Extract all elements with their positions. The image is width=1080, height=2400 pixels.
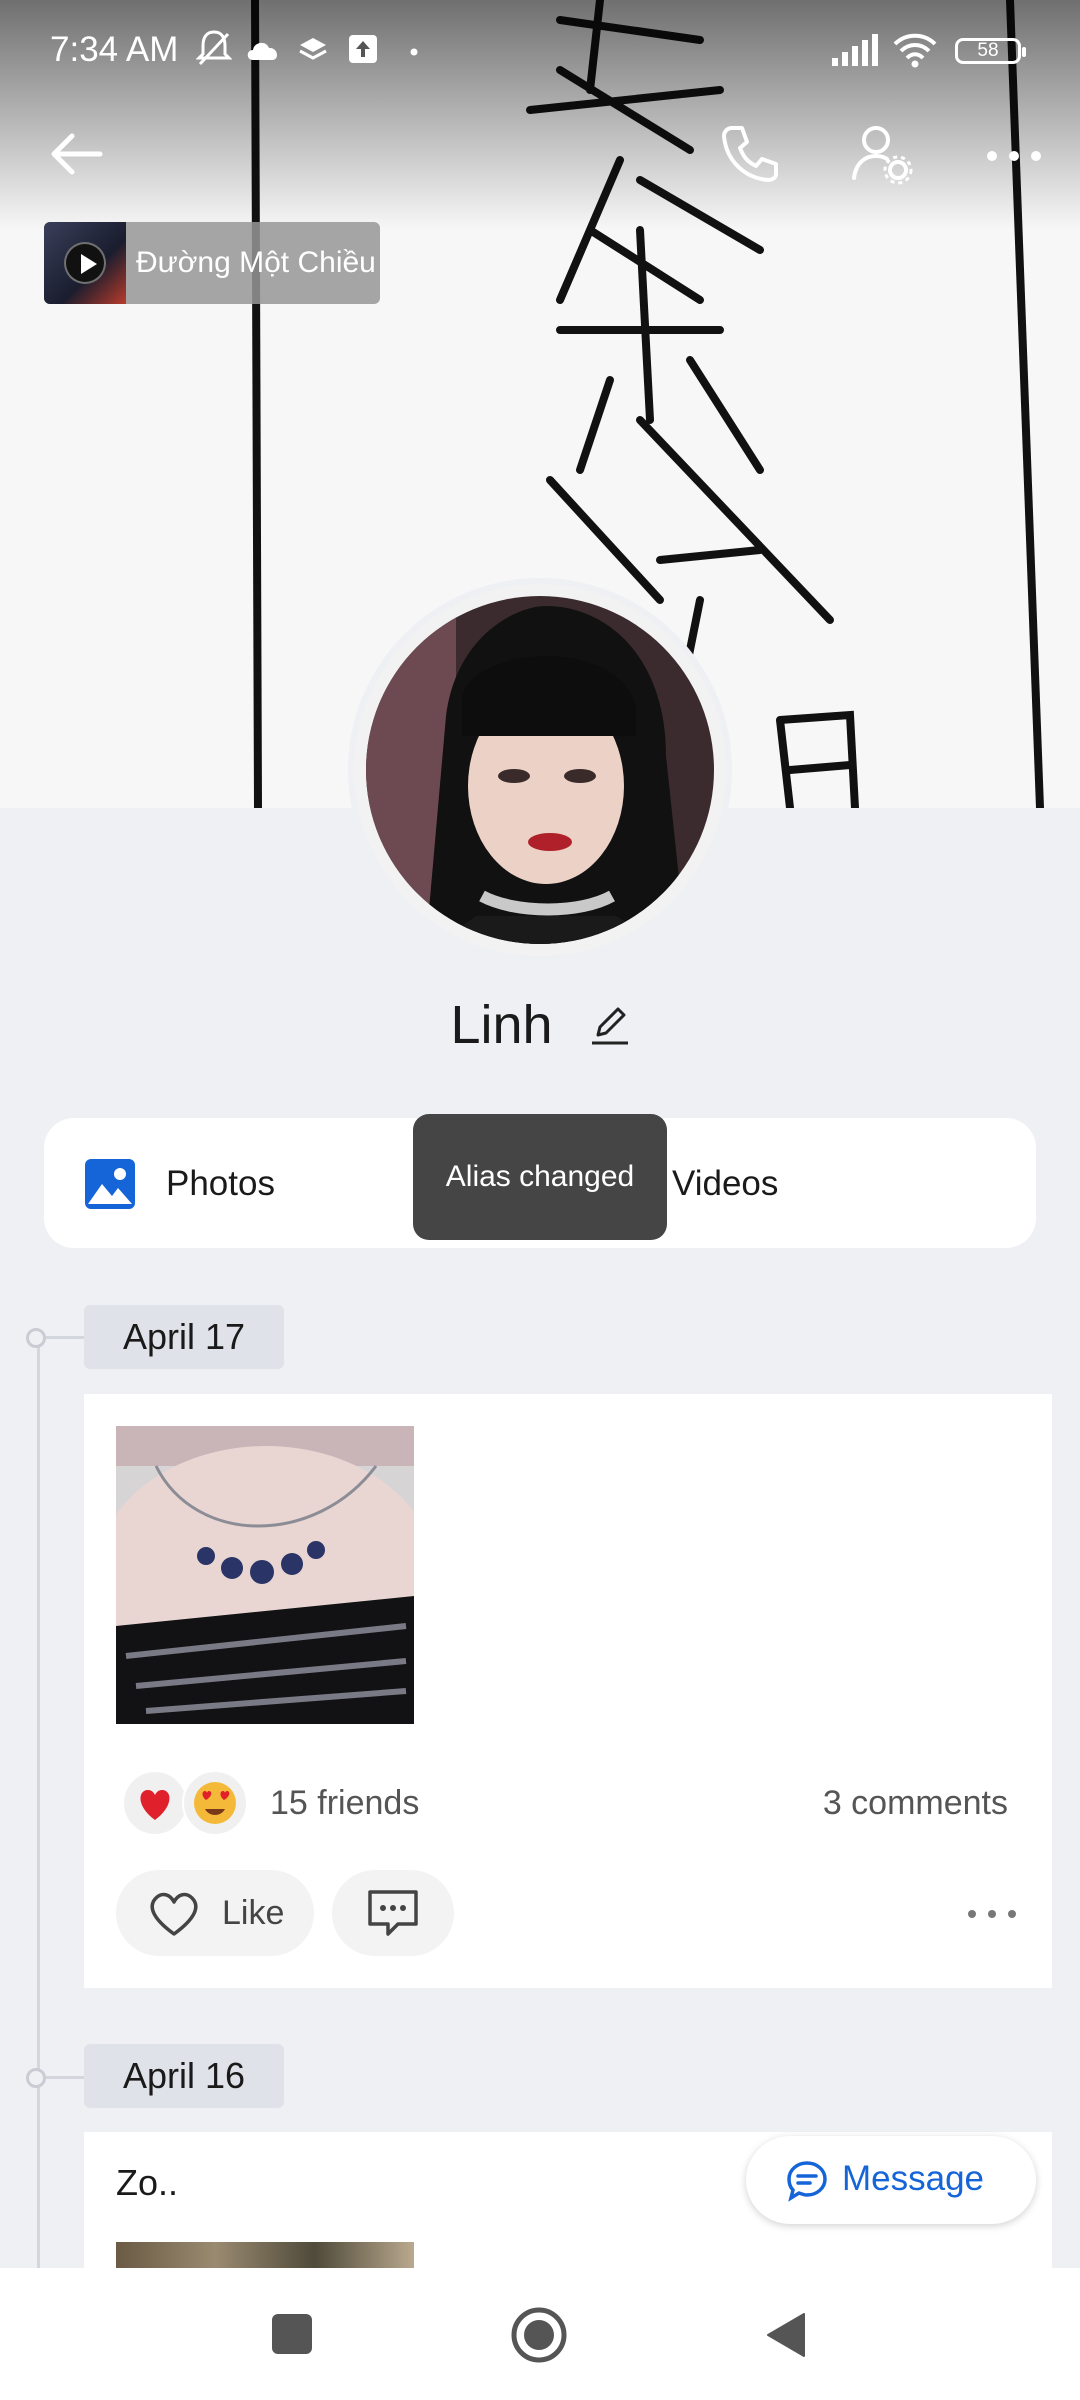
dot-icon	[410, 48, 418, 56]
edit-alias-icon[interactable]	[590, 1003, 630, 1047]
tab-videos-label: Videos	[672, 1164, 779, 1203]
back-nav-icon[interactable]	[762, 2310, 810, 2360]
heart-reaction-icon	[122, 1770, 188, 1836]
post-card: 15 friends 3 comments Like	[84, 1394, 1052, 1988]
avatar-photo	[366, 596, 714, 944]
music-title: Đường Một Chiều	[136, 246, 376, 279]
comment-icon	[368, 1890, 418, 1936]
message-button[interactable]: Message	[746, 2136, 1036, 2224]
comment-button[interactable]	[332, 1870, 454, 1956]
post-more-icon[interactable]	[962, 1894, 1022, 1934]
post-photo[interactable]	[116, 2242, 414, 2268]
tab-photos-label: Photos	[166, 1164, 275, 1203]
avatar[interactable]	[354, 584, 726, 956]
music-album-art	[44, 222, 126, 304]
photos-icon	[85, 1159, 135, 1209]
system-nav-bar	[0, 2268, 1080, 2400]
timeline-dot	[26, 2068, 46, 2088]
message-icon	[787, 2161, 827, 2202]
signal-icon	[832, 34, 878, 66]
more-icon[interactable]	[978, 118, 1050, 190]
recents-icon[interactable]	[268, 2310, 316, 2358]
status-bar: 7:34 AM 58	[0, 0, 1080, 90]
home-icon[interactable]	[510, 2306, 568, 2364]
profile-name: Linh	[0, 990, 1080, 1056]
like-button[interactable]: Like	[116, 1870, 314, 1956]
status-time: 7:34 AM	[50, 30, 179, 69]
upload-icon	[349, 35, 377, 63]
comment-count[interactable]: 3 comments	[823, 1784, 1008, 1823]
date-chip: April 17	[84, 1305, 284, 1369]
back-arrow-icon[interactable]	[40, 118, 112, 190]
message-label: Message	[842, 2159, 985, 2198]
battery-indicator: 58	[955, 38, 1026, 64]
like-label: Like	[222, 1894, 285, 1932]
timeline-dot	[26, 1328, 46, 1348]
profile-settings-icon[interactable]	[846, 118, 918, 190]
heart-outline-icon	[150, 1892, 198, 1936]
heart-eyes-reaction-icon	[182, 1770, 248, 1836]
post-photo[interactable]	[116, 1426, 414, 1724]
toast-message: Alias changed	[413, 1114, 667, 1240]
date-chip: April 16	[84, 2044, 284, 2108]
timeline-line	[37, 1338, 40, 2338]
profile-music-chip[interactable]: Đường Một Chiều	[44, 222, 380, 304]
post-text: Zo..	[116, 2162, 179, 2203]
wifi-icon	[893, 33, 937, 68]
timeline-tick	[46, 1336, 84, 1339]
phone-icon[interactable]	[714, 118, 786, 190]
cloud-icon	[247, 42, 278, 60]
reaction-count[interactable]: 15 friends	[270, 1784, 419, 1823]
timeline-tick	[46, 2076, 84, 2079]
play-icon[interactable]	[64, 242, 106, 284]
notifications-muted-icon	[196, 30, 232, 66]
profile-name-text: Linh	[450, 994, 553, 1055]
layers-icon	[299, 38, 327, 60]
